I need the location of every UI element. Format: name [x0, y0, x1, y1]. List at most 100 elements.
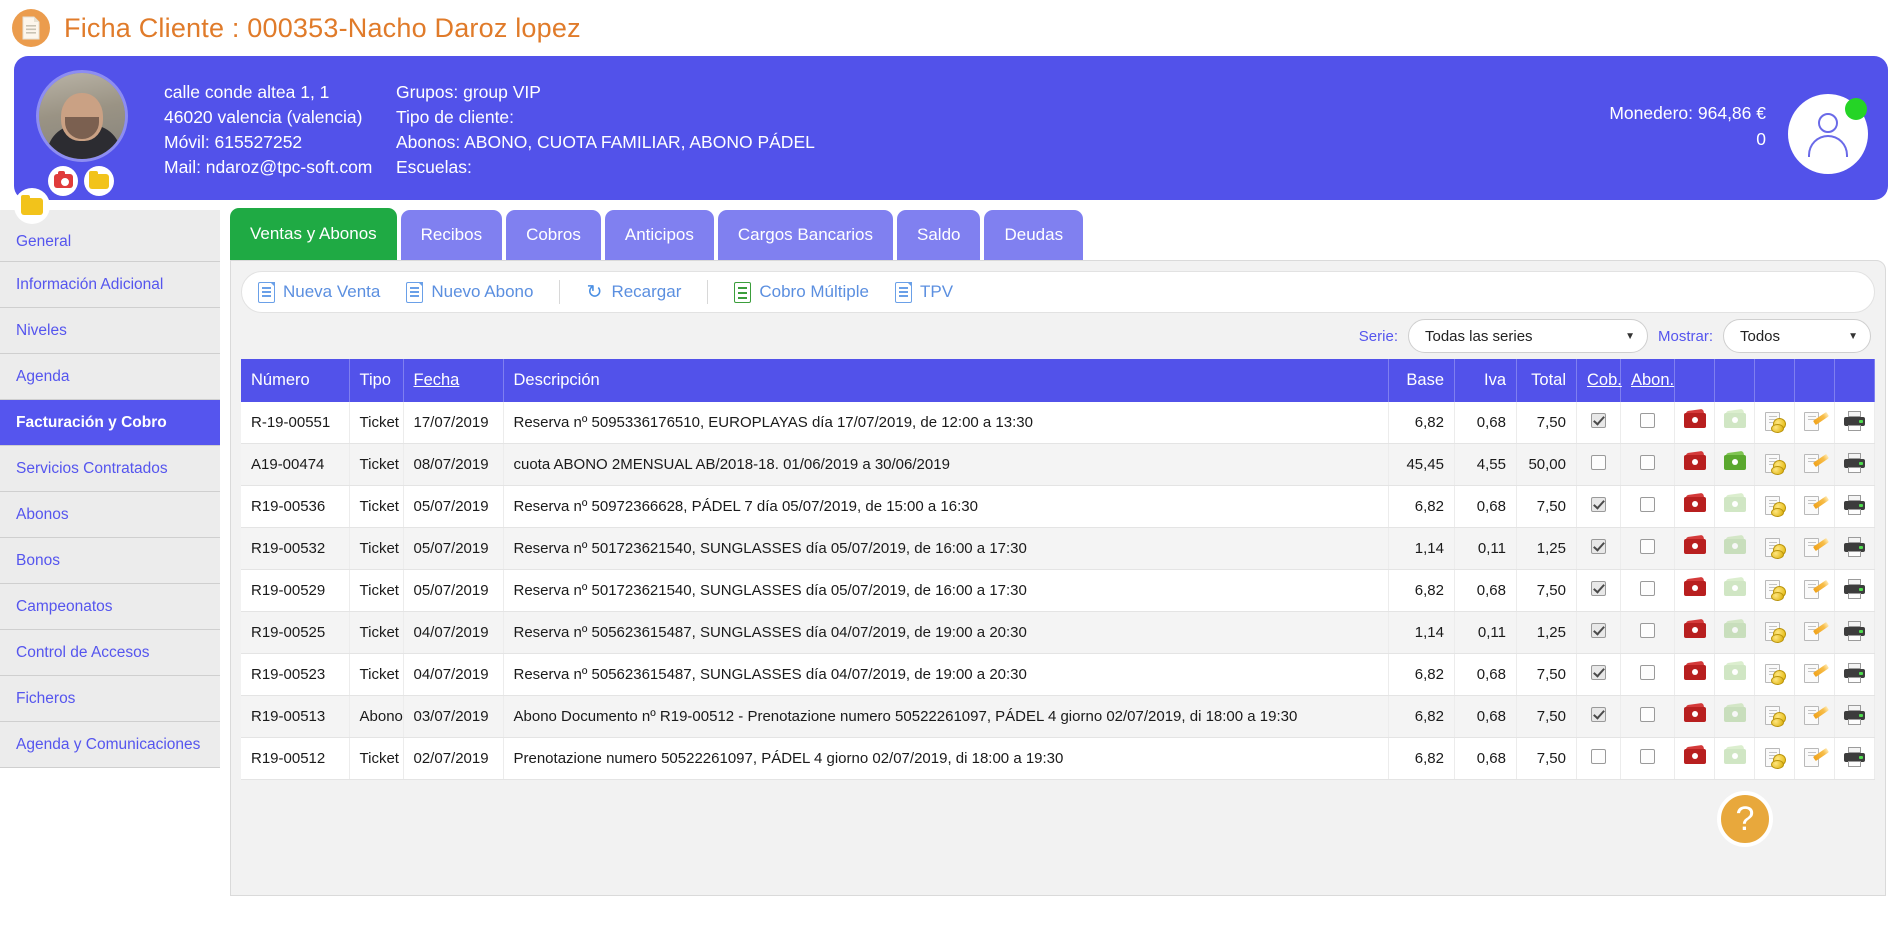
- sidebar-item-agenda[interactable]: Agenda: [0, 354, 220, 400]
- col-cob[interactable]: Cob.: [1576, 359, 1622, 402]
- cell-abon-checkbox[interactable]: [1640, 665, 1655, 680]
- money-green-icon[interactable]: [1722, 408, 1748, 432]
- document-coins-icon[interactable]: [1762, 494, 1788, 517]
- document-edit-icon[interactable]: [1802, 746, 1829, 768]
- camera-icon[interactable]: [48, 166, 78, 196]
- cell-cob-checkbox[interactable]: [1591, 539, 1606, 554]
- col-descripcion[interactable]: Descripción: [503, 359, 1389, 402]
- printer-icon[interactable]: [1842, 662, 1868, 684]
- tab-recibos[interactable]: Recibos: [400, 210, 503, 260]
- table-row[interactable]: R19-00512 Ticket 02/07/2019 Prenotazione nu…: [241, 737, 1875, 780]
- printer-icon[interactable]: [1842, 536, 1868, 558]
- money-red-icon[interactable]: [1682, 744, 1708, 768]
- printer-icon[interactable]: [1842, 746, 1868, 768]
- cell-abon-checkbox[interactable]: [1640, 455, 1655, 470]
- document-coins-icon[interactable]: [1762, 620, 1788, 643]
- col-tipo[interactable]: Tipo: [349, 359, 404, 402]
- sidebar-item-ficheros[interactable]: Ficheros: [0, 676, 220, 722]
- sidebar-folder-icon[interactable]: [14, 188, 50, 224]
- col-numero[interactable]: Número: [241, 359, 350, 402]
- table-row[interactable]: R-19-00551 Ticket 17/07/2019 Reserva nº 509…: [241, 402, 1875, 444]
- col-abon[interactable]: Abon.: [1620, 359, 1675, 402]
- cell-cob-checkbox[interactable]: [1591, 707, 1606, 722]
- money-red-icon[interactable]: [1682, 702, 1708, 726]
- tab-ventas-y-abonos[interactable]: Ventas y Abonos: [230, 208, 397, 260]
- table-row[interactable]: R19-00525 Ticket 04/07/2019 Reserva nº 5056…: [241, 611, 1875, 654]
- printer-icon[interactable]: [1842, 452, 1868, 474]
- money-red-icon[interactable]: [1682, 492, 1708, 516]
- serie-select[interactable]: Todas las series ▼: [1407, 319, 1648, 353]
- tpv-button[interactable]: TPV: [894, 281, 953, 303]
- money-red-icon[interactable]: [1682, 618, 1708, 642]
- cell-cob-checkbox[interactable]: [1591, 455, 1606, 470]
- sidebar-item-facturacion-y-cobro[interactable]: Facturación y Cobro: [0, 400, 220, 446]
- document-coins-icon[interactable]: [1762, 578, 1788, 601]
- cell-abon-checkbox[interactable]: [1640, 581, 1655, 596]
- money-green-icon[interactable]: [1722, 576, 1748, 600]
- sidebar-item-bonos[interactable]: Bonos: [0, 538, 220, 584]
- cell-cob-checkbox[interactable]: [1591, 581, 1606, 596]
- sidebar-item-niveles[interactable]: Niveles: [0, 308, 220, 354]
- cobro-multiple-button[interactable]: Cobro Múltiple: [734, 281, 869, 303]
- document-coins-icon[interactable]: [1762, 746, 1788, 769]
- document-edit-icon[interactable]: [1802, 410, 1829, 432]
- cell-cob-checkbox[interactable]: [1591, 665, 1606, 680]
- col-total[interactable]: Total: [1516, 359, 1577, 402]
- tab-cargos-bancarios[interactable]: Cargos Bancarios: [717, 210, 893, 260]
- table-row[interactable]: R19-00529 Ticket 05/07/2019 Reserva nº 5017…: [241, 569, 1875, 612]
- mostrar-select[interactable]: Todos ▼: [1723, 319, 1871, 353]
- table-row[interactable]: R19-00536 Ticket 05/07/2019 Reserva nº 5097…: [241, 485, 1875, 528]
- document-coins-icon[interactable]: [1762, 704, 1788, 727]
- money-red-icon[interactable]: [1682, 576, 1708, 600]
- printer-icon[interactable]: [1842, 704, 1868, 726]
- money-green-icon[interactable]: [1722, 744, 1748, 768]
- col-fecha[interactable]: Fecha: [403, 359, 504, 402]
- cell-abon-checkbox[interactable]: [1640, 413, 1655, 428]
- table-row[interactable]: A19-00474 Ticket 08/07/2019 cuota ABONO 2ME…: [241, 443, 1875, 486]
- avatar[interactable]: [36, 70, 128, 162]
- col-iva[interactable]: Iva: [1454, 359, 1517, 402]
- sidebar-item-agenda-y-comunicaciones[interactable]: Agenda y Comunicaciones: [0, 722, 220, 768]
- printer-icon[interactable]: [1842, 620, 1868, 642]
- document-edit-icon[interactable]: [1802, 620, 1829, 642]
- tab-deudas[interactable]: Deudas: [984, 210, 1084, 260]
- sidebar-item-abonos[interactable]: Abonos: [0, 492, 220, 538]
- cell-abon-checkbox[interactable]: [1640, 707, 1655, 722]
- printer-icon[interactable]: [1842, 410, 1868, 432]
- user-avatar-icon[interactable]: [1788, 94, 1868, 174]
- document-coins-icon[interactable]: [1762, 452, 1788, 475]
- sidebar-item-servicios-contratados[interactable]: Servicios Contratados: [0, 446, 220, 492]
- cell-abon-checkbox[interactable]: [1640, 497, 1655, 512]
- document-coins-icon[interactable]: [1762, 662, 1788, 685]
- document-coins-icon[interactable]: [1762, 536, 1788, 559]
- sidebar-item-campeonatos[interactable]: Campeonatos: [0, 584, 220, 630]
- money-green-icon[interactable]: [1722, 702, 1748, 726]
- table-row[interactable]: R19-00532 Ticket 05/07/2019 Reserva nº 5017…: [241, 527, 1875, 570]
- cell-abon-checkbox[interactable]: [1640, 623, 1655, 638]
- document-edit-icon[interactable]: [1802, 494, 1829, 516]
- cell-cob-checkbox[interactable]: [1591, 413, 1606, 428]
- document-edit-icon[interactable]: [1802, 662, 1829, 684]
- tab-cobros[interactable]: Cobros: [506, 210, 601, 260]
- document-coins-icon[interactable]: [1762, 410, 1788, 433]
- money-green-icon[interactable]: [1722, 534, 1748, 558]
- money-green-icon[interactable]: [1722, 450, 1748, 474]
- sidebar-item-control-de-accesos[interactable]: Control de Accesos: [0, 630, 220, 676]
- cell-cob-checkbox[interactable]: [1591, 497, 1606, 512]
- document-edit-icon[interactable]: [1802, 452, 1829, 474]
- table-row[interactable]: R19-00523 Ticket 04/07/2019 Reserva nº 5056…: [241, 653, 1875, 696]
- cell-abon-checkbox[interactable]: [1640, 539, 1655, 554]
- cell-abon-checkbox[interactable]: [1640, 749, 1655, 764]
- folder-icon[interactable]: [84, 166, 114, 196]
- document-edit-icon[interactable]: [1802, 536, 1829, 558]
- nuevo-abono-button[interactable]: Nuevo Abono: [406, 281, 533, 303]
- money-red-icon[interactable]: [1682, 450, 1708, 474]
- document-edit-icon[interactable]: [1802, 578, 1829, 600]
- col-base[interactable]: Base: [1388, 359, 1455, 402]
- money-red-icon[interactable]: [1682, 660, 1708, 684]
- tab-saldo[interactable]: Saldo: [897, 210, 981, 260]
- money-green-icon[interactable]: [1722, 660, 1748, 684]
- table-row[interactable]: R19-00513 Abono 03/07/2019 Abono Documento …: [241, 695, 1875, 738]
- money-green-icon[interactable]: [1722, 618, 1748, 642]
- recargar-button[interactable]: ↻ Recargar: [586, 282, 681, 303]
